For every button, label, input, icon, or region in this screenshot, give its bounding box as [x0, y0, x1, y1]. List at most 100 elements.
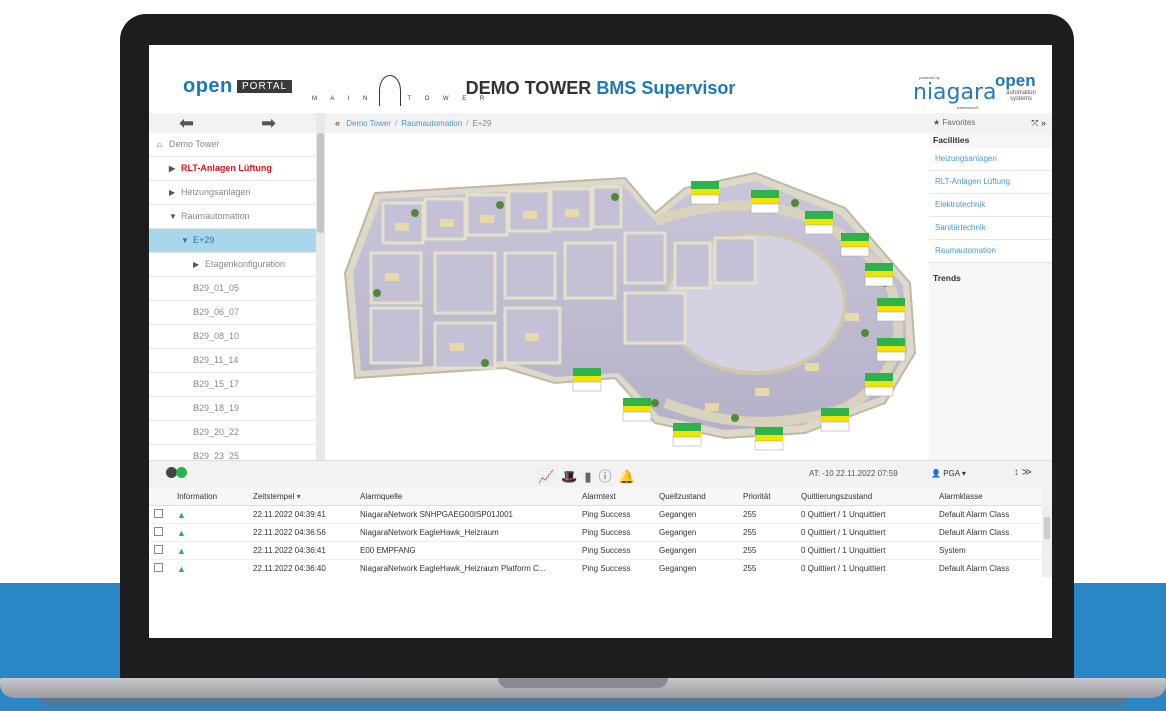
collapse-arrow-icon[interactable]: ▼ [169, 205, 181, 228]
facility-link-raumautomation[interactable]: Raumautomation [929, 240, 1052, 263]
tree-item-room[interactable]: B29_23_25 [149, 445, 316, 460]
source-state-cell: Gegangen [659, 505, 743, 524]
alarm-bell-icon: ▲ [177, 509, 186, 520]
collapse-arrow-icon[interactable]: ▼ [181, 229, 193, 252]
expand-arrow-icon[interactable]: ▶ [193, 253, 205, 276]
timestamp-cell: 22.11.2022 04:36:56 [253, 523, 360, 542]
info-cell: ▲ [177, 541, 253, 560]
oas-logo-sub: automation systems [1006, 90, 1036, 102]
expand-arrow-icon[interactable]: ▶ [169, 157, 181, 180]
floor-plan-view[interactable] [325, 133, 929, 460]
column-header[interactable]: Information [177, 487, 253, 506]
tree-item-room[interactable]: B29_06_07 [149, 301, 316, 325]
tree-scrollbar[interactable] [316, 113, 325, 460]
priority-cell: 255 [743, 541, 801, 560]
row-checkbox[interactable] [154, 527, 163, 536]
breadcrumb-current: E+29 [472, 119, 492, 128]
chart-icon[interactable]: 📈 [538, 469, 554, 484]
facility-link-sanitaertechnik[interactable]: Sanitärtechnik [929, 217, 1052, 240]
row-checkbox[interactable] [154, 545, 163, 554]
info-cell: ▲ [177, 523, 253, 542]
tree-item-heizungsanlagen[interactable]: ▶ Heizungsanlagen [149, 181, 316, 205]
breadcrumb-raumautomation[interactable]: Raumautomation [401, 119, 462, 128]
alarm-class-cell: Default Alarm Class [939, 559, 1042, 578]
timestamp-cell: 22.11.2022 04:36:40 [253, 559, 360, 578]
column-header[interactable]: Priorität [743, 487, 801, 506]
alarm-row[interactable]: ▲ 22.11.2022 04:36:56 NiagaraNetwork Eag… [149, 523, 1042, 542]
niagara-framework-label: framework® [957, 105, 979, 110]
row-checkbox[interactable] [154, 563, 163, 572]
tree-item-label: Etagenkonfiguration [205, 259, 286, 269]
tree-item-raumautomation[interactable]: ▼ Raumautomation [149, 205, 316, 229]
app-screen: open PORTAL M A I NT O W E R DEMO TOWER … [149, 45, 1052, 638]
breadcrumb: « Demo Tower / Raumautomation / E+29 [325, 113, 929, 133]
alarm-table-empty-area [149, 577, 1052, 638]
column-header[interactable]: Alarmtext [582, 487, 659, 506]
column-header-sorted[interactable]: Zeitstempel ▾ [253, 487, 360, 506]
tree-root-demo-tower[interactable]: ⌂ Demo Tower [149, 133, 316, 157]
source-state-cell: Gegangen [659, 559, 743, 578]
alarm-bell-icon[interactable]: 🔔 [619, 469, 635, 484]
ack-state-cell: 0 Quittiert / 1 Unquittiert [801, 505, 939, 524]
tree-item-e29[interactable]: ▼ E+29 [149, 229, 316, 253]
source-state-cell: Gegangen [659, 541, 743, 560]
breadcrumb-demo-tower[interactable]: Demo Tower [346, 119, 391, 128]
column-header-label: Zeitstempel [253, 491, 295, 501]
arrow-left-icon[interactable]: ⬅ [179, 113, 194, 134]
tree-item-room[interactable]: B29_01_05 [149, 277, 316, 301]
favorites-label[interactable]: Favorites [942, 118, 975, 127]
floor-plan-image [343, 171, 917, 451]
facility-link-rlt-anlagen[interactable]: RLT-Anlagen Lüftung [929, 171, 1052, 194]
tree-item-label: Demo Tower [169, 139, 220, 149]
user-menu-label: PGA ▾ [943, 469, 966, 478]
timestamp-cell: 22.11.2022 04:39:41 [253, 505, 360, 524]
timestamp-cell: 22.11.2022 04:36:41 [253, 541, 360, 560]
alarm-row[interactable]: ▲ 22.11.2022 04:36:41 E00 EMPFANG Ping S… [149, 541, 1042, 560]
alarm-row[interactable]: ▲ 22.11.2022 04:39:41 NiagaraNetwork SNH… [149, 505, 1042, 524]
tree-item-room[interactable]: B29_20_22 [149, 421, 316, 445]
alarm-table-scrollbar[interactable] [1042, 505, 1052, 577]
row-checkbox[interactable] [154, 509, 163, 518]
expand-collapse-icon[interactable]: ⤧ » [1031, 113, 1046, 133]
arrow-right-icon[interactable]: ➡ [261, 113, 276, 134]
column-header[interactable]: Alarmklasse [939, 487, 1042, 506]
star-icon[interactable]: ★ [933, 118, 940, 127]
tree-item-room[interactable]: B29_08_10 [149, 325, 316, 349]
info-cell: ▲ [177, 505, 253, 524]
info-cell: ▲ [177, 559, 253, 578]
page-title-main: DEMO TOWER [465, 78, 597, 98]
tree-scrollbar-thumb[interactable] [317, 133, 324, 233]
info-icon[interactable]: ⓘ [599, 469, 612, 484]
trends-heading: Trends [933, 273, 961, 283]
tree-item-etagenkonfiguration[interactable]: ▶ Etagenkonfiguration [149, 253, 316, 277]
hat-icon[interactable]: 🎩 [561, 469, 577, 484]
column-header[interactable]: Quellzustand [659, 487, 743, 506]
laptop-notch [498, 678, 668, 688]
facility-link-elektrotechnik[interactable]: Elektrotechnik [929, 194, 1052, 217]
expand-arrow-icon[interactable]: ▶ [169, 181, 181, 204]
tree-item-room[interactable]: B29_11_14 [149, 349, 316, 373]
alarm-table: Information Zeitstempel ▾ Alarmquelle Al… [149, 487, 1042, 578]
column-header[interactable]: Alarmquelle [360, 487, 582, 506]
collapse-left-icon[interactable]: « [335, 118, 340, 128]
alarm-class-cell: Default Alarm Class [939, 505, 1042, 524]
tree-item-room[interactable]: B29_18_19 [149, 397, 316, 421]
note-icon[interactable]: ▮ [584, 469, 591, 484]
row-select-cell [149, 505, 177, 524]
user-menu[interactable]: 👤 PGA ▾ [931, 469, 966, 478]
source-cell: E00 EMPFANG [360, 541, 582, 560]
alarm-scrollbar-thumb[interactable] [1044, 517, 1050, 539]
sort-collapse-icon[interactable]: ↕ ≫ [1014, 467, 1032, 478]
alarmtext-cell: Ping Success [582, 559, 659, 578]
tree-item-rlt-anlagen[interactable]: ▶ RLT-Anlagen Lüftung [149, 157, 316, 181]
alarm-class-cell: System [939, 541, 1042, 560]
facility-link-heizungsanlagen[interactable]: Heizungsanlagen [929, 148, 1052, 171]
alarm-row[interactable]: ▲ 22.11.2022 04:36:40 NiagaraNetwork Eag… [149, 559, 1042, 578]
favorites-bar: ★ Favorites ⤧ » [929, 113, 1052, 133]
alarm-bell-icon: ▲ [177, 563, 186, 574]
tree-item-room[interactable]: B29_15_17 [149, 373, 316, 397]
alarm-time-display: AT: -10 22.11.2022 07:59 [809, 469, 898, 478]
row-select-cell [149, 523, 177, 542]
alarm-console-toolbar: 📈 🎩 ▮ ⓘ 🔔 AT: -10 22.11.2022 07:59 👤 PGA ▾ ↕… [149, 460, 1052, 488]
column-header[interactable]: Quittierungszustand [801, 487, 939, 506]
